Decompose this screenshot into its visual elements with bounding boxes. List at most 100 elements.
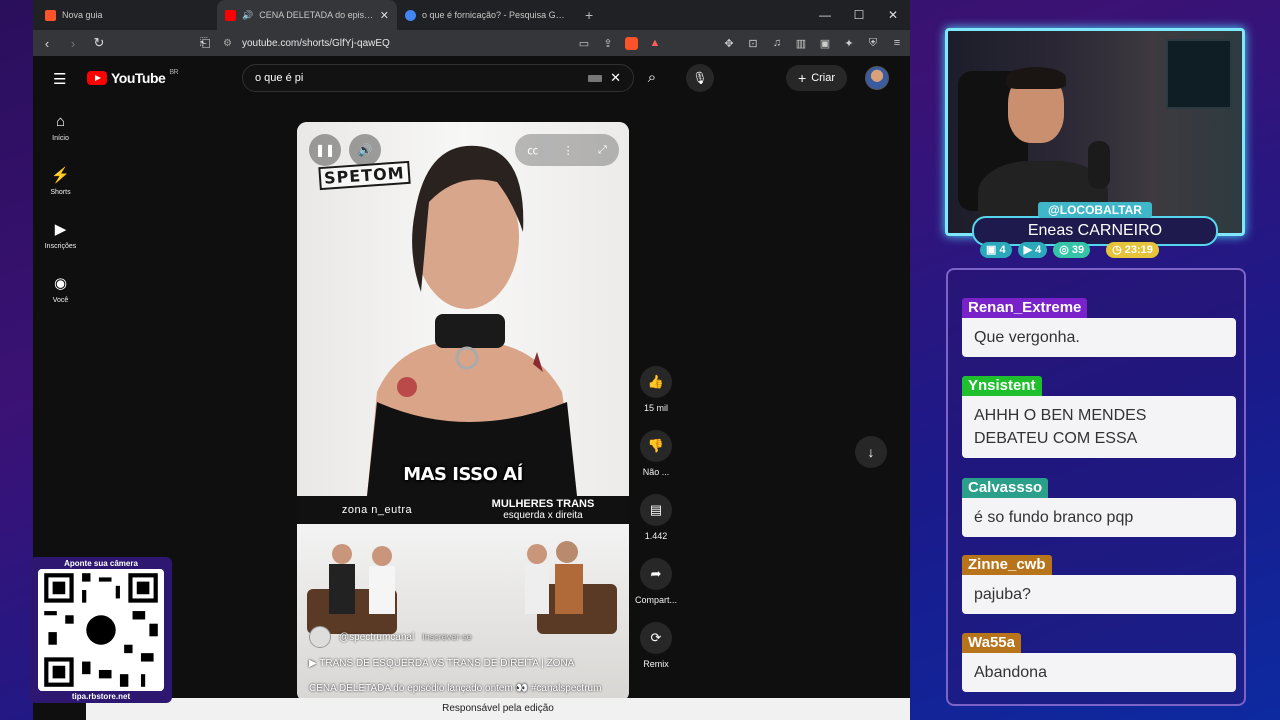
- subscribe-button[interactable]: Inscrever-se: [422, 632, 472, 642]
- create-button[interactable]: + Criar: [786, 65, 848, 91]
- comment-icon: ▤: [640, 494, 672, 526]
- wallet-icon[interactable]: ▣: [818, 37, 832, 50]
- short-description: CENA DELETADA do episódio lançado ontem …: [309, 683, 602, 694]
- youtube-count: 4: [1035, 244, 1042, 256]
- screenshot-icon[interactable]: ⊡: [746, 37, 760, 50]
- remix-icon: ⟳: [640, 622, 672, 654]
- streamer-namecard: Eneas CARNEIRO @LOCOBALTAR ▣ 4 ▶ 4 ◎ 39 …: [972, 200, 1218, 262]
- chat-panel: Renan_Extreme Que vergonha. Ynsistent AH…: [946, 268, 1246, 706]
- close-window-icon[interactable]: ✕: [876, 0, 910, 30]
- nav-item-subscriptions[interactable]: ▶ Inscrições: [33, 208, 88, 262]
- dislike-label: Não ...: [642, 467, 670, 477]
- bookmark-icon[interactable]: ⎗: [197, 35, 213, 51]
- video-person-illustration: [367, 145, 577, 496]
- captions-icon[interactable]: ㏄: [527, 142, 538, 158]
- tab-bar: Nova guia 🔊 CENA DELETADA do episódio la…: [33, 0, 910, 30]
- next-short-button[interactable]: ↓: [855, 436, 887, 468]
- vpn-icon[interactable]: ⛨: [866, 37, 880, 50]
- tab-new[interactable]: Nova guia: [37, 0, 217, 30]
- more-options-icon[interactable]: ⋮: [563, 144, 574, 157]
- brave-shields-icon[interactable]: [625, 36, 638, 50]
- tab-title: CENA DELETADA do episódio lançado: [259, 10, 374, 20]
- like-action[interactable]: 👍 15 mil: [631, 366, 681, 430]
- pause-icon[interactable]: ❚❚: [309, 134, 341, 166]
- clear-search-icon[interactable]: ✕: [610, 70, 621, 86]
- chat-user: Renan_Extreme: [962, 298, 1088, 318]
- url-text: youtube.com/shorts/GlfYj-qawEQ: [241, 37, 390, 49]
- new-tab-button[interactable]: +: [585, 7, 593, 23]
- share-action[interactable]: ➦ Compart...: [631, 558, 681, 622]
- qr-overlay: Aponte sua câmera tipa.rbstore.net: [30, 557, 172, 703]
- twitch-count: 4: [999, 244, 1006, 256]
- channel-name[interactable]: @spectrumcanal: [339, 632, 414, 643]
- maximize-icon[interactable]: ☐: [842, 0, 876, 30]
- extensions-icon[interactable]: ✥: [722, 37, 736, 50]
- tab-youtube[interactable]: 🔊 CENA DELETADA do episódio lançado ✕: [217, 0, 397, 30]
- nav-label: Início: [52, 134, 69, 142]
- logo-text: YouTube: [111, 70, 166, 86]
- close-tab-icon[interactable]: ✕: [380, 9, 389, 22]
- forward-icon[interactable]: ›: [65, 36, 81, 51]
- speaker-icon[interactable]: 🔊: [242, 10, 253, 21]
- volume-icon[interactable]: 🔊: [349, 134, 381, 166]
- youtube-play-icon: [87, 71, 107, 85]
- chat-text: Que vergonha.: [962, 318, 1236, 357]
- background-window: [1166, 39, 1232, 109]
- search-input[interactable]: o que é pi ✕: [242, 64, 634, 92]
- home-icon: ⌂: [55, 112, 66, 130]
- site-info-icon[interactable]: ⚙: [223, 38, 232, 49]
- shorts-icon: ⚡: [51, 167, 70, 184]
- channel-avatar[interactable]: [309, 626, 331, 648]
- cast-icon[interactable]: ▭: [577, 37, 591, 50]
- share-page-icon[interactable]: ⇪: [601, 37, 615, 50]
- back-icon[interactable]: ‹: [39, 36, 55, 51]
- short-player[interactable]: ❚❚ 🔊 ㏄ ⋮ ⤢ SPETOM MAS ISSO AÍ zona n_eut…: [297, 122, 629, 702]
- nav-item-home[interactable]: ⌂ Início: [33, 100, 88, 154]
- chat-user: Ynsistent: [962, 376, 1042, 396]
- banner-title: MULHERES TRANS: [491, 498, 595, 510]
- minimize-icon[interactable]: —: [808, 0, 842, 30]
- youtube-logo[interactable]: YouTube BR: [87, 69, 179, 86]
- comment-count: 1.442: [644, 531, 668, 541]
- youtube-header: ☰ YouTube BR o que é pi ✕ ⌕ 🎙 + Criar: [33, 56, 910, 100]
- voice-search-button[interactable]: 🎙: [686, 64, 714, 92]
- nav-item-you[interactable]: ◉ Você: [33, 262, 88, 316]
- remix-action[interactable]: ⟳ Remix: [631, 622, 681, 686]
- side-nav: ⌂ Início ⚡ Shorts ▶ Inscrições ◉ Você: [33, 100, 88, 316]
- music-icon[interactable]: ♫: [770, 37, 784, 49]
- nav-label: Você: [52, 297, 69, 304]
- linked-video-title-text: TRANS DE ESQUERDA VS TRANS DE DIREITA | …: [319, 658, 575, 669]
- remix-label: Remix: [643, 659, 669, 669]
- nav-item-shorts[interactable]: ⚡ Shorts: [33, 154, 88, 208]
- fullscreen-icon[interactable]: ⤢: [598, 144, 607, 157]
- viewers-count: 39: [1071, 244, 1085, 256]
- play-small-icon: ▶: [309, 658, 320, 669]
- brave-rewards-icon[interactable]: ▲: [648, 37, 662, 49]
- brave-icon: [45, 9, 56, 21]
- linked-video-title[interactable]: ▶ TRANS DE ESQUERDA VS TRANS DE DIREITA …: [309, 658, 574, 669]
- dislike-icon: 👎: [640, 430, 672, 462]
- reload-icon[interactable]: ↻: [91, 35, 107, 51]
- url-field[interactable]: ⚙ youtube.com/shorts/GlfYj-qawEQ: [223, 33, 567, 53]
- search-value: o que é pi: [255, 72, 304, 84]
- dislike-action[interactable]: 👎 Não ...: [631, 430, 681, 494]
- account-avatar[interactable]: [865, 66, 889, 90]
- ai-icon[interactable]: ✦: [842, 37, 856, 50]
- player-controls: ㏄ ⋮ ⤢: [515, 134, 619, 166]
- hamburger-menu-icon[interactable]: ☰: [53, 70, 66, 88]
- sidebar-icon[interactable]: ▥: [794, 37, 808, 50]
- video-caption: MAS ISSO AÍ: [403, 464, 523, 485]
- chat-message: Calvassso é so fundo branco pqp: [962, 478, 1236, 537]
- streamer-hair: [1006, 67, 1066, 89]
- tab-google[interactable]: o que é fornicação? - Pesquisa Google: [397, 0, 577, 30]
- chat-message: Renan_Extreme Que vergonha.: [962, 298, 1236, 357]
- search-icon: ⌕: [647, 69, 657, 86]
- search-button[interactable]: ⌕: [634, 64, 670, 92]
- comment-action[interactable]: ▤ 1.442: [631, 494, 681, 558]
- chat-text: pajuba?: [962, 575, 1236, 614]
- menu-icon[interactable]: ≡: [890, 37, 904, 49]
- chat-user: Wa55a: [962, 633, 1021, 653]
- keyboard-icon[interactable]: [588, 74, 603, 82]
- window-controls: — ☐ ✕: [808, 0, 910, 30]
- qr-caption: Aponte sua câmera: [64, 559, 138, 568]
